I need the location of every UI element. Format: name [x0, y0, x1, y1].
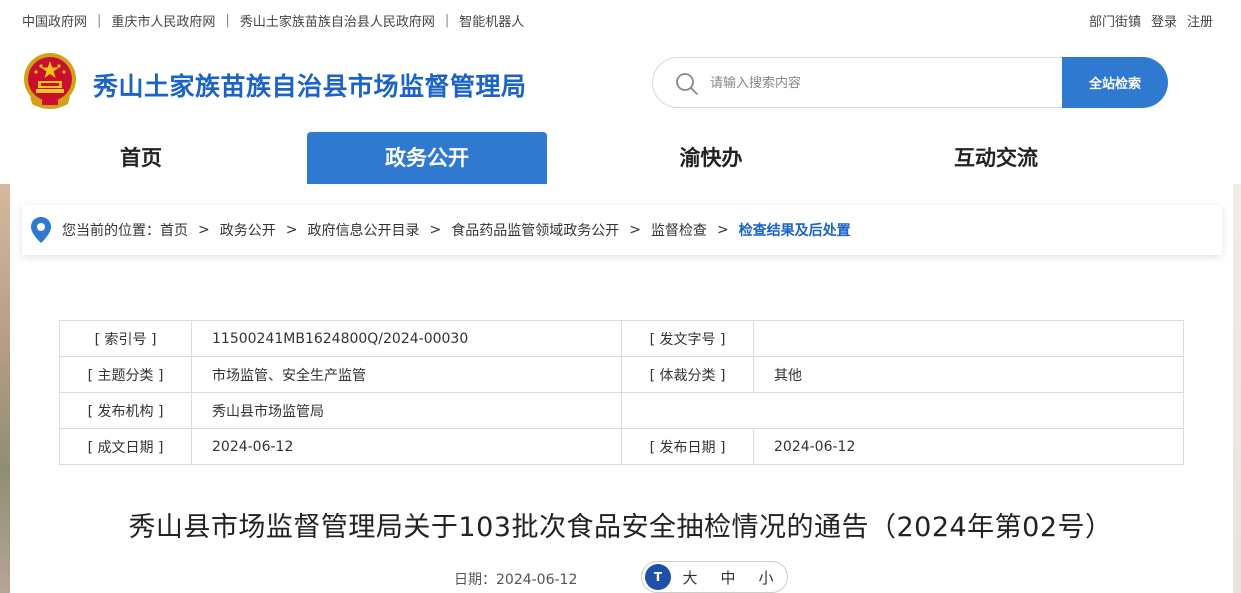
link-chongqing-gov[interactable]: 重庆市人民政府网 [111, 11, 215, 30]
font-size-control: T 大 中 小 [641, 561, 788, 593]
table-row: [ 索引号 ] 11500241MB1624800Q/2024-00030 [ … [59, 320, 1184, 357]
link-china-gov[interactable]: 中国政府网 [22, 11, 87, 30]
breadcrumb-separator: > [429, 222, 442, 238]
site-title[interactable]: 秀山土家族苗族自治县市场监督管理局 [93, 67, 527, 103]
link-smart-robot[interactable]: 智能机器人 [459, 11, 524, 30]
breadcrumb-separator: > [629, 222, 641, 238]
table-row: [ 发布机构 ] 秀山县市场监管局 [59, 392, 1184, 429]
link-departments[interactable]: 部门街镇 [1089, 11, 1141, 30]
search-input[interactable] [710, 73, 1050, 93]
top-bar: 中国政府网 | 重庆市人民政府网 | 秀山土家族苗族自治县人民政府网 | 智能机… [0, 0, 1241, 38]
breadcrumb-gov-affairs[interactable]: 政务公开 [220, 220, 276, 240]
location-pin-icon [31, 217, 51, 243]
nav-interaction[interactable]: 互动交流 [876, 132, 1116, 184]
breadcrumb: 您当前的位置： 首页 > 政务公开 > 政府信息公开目录 > 食品药品监管领域政… [22, 205, 1222, 255]
doc-number-label: [ 发文字号 ] [621, 320, 754, 357]
org-value: 秀山县市场监管局 [191, 392, 622, 429]
breadcrumb-separator: > [285, 222, 298, 238]
register-link[interactable]: 注册 [1187, 11, 1213, 30]
org-label: [ 发布机构 ] [59, 392, 192, 429]
document-info-table: [ 索引号 ] 11500241MB1624800Q/2024-00030 [ … [59, 320, 1184, 465]
table-row: [ 成文日期 ] 2024-06-12 [ 发布日期 ] 2024-06-12 [59, 428, 1184, 465]
index-value: 11500241MB1624800Q/2024-00030 [191, 320, 622, 357]
breadcrumb-prefix: 您当前的位置： [62, 223, 160, 239]
genre-value: 其他 [753, 356, 1184, 393]
topic-value: 市场监管、安全生产监管 [191, 356, 622, 393]
breadcrumb-current[interactable]: 检查结果及后处置 [739, 220, 851, 240]
written-date-label: [ 成文日期 ] [59, 428, 192, 465]
breadcrumb-separator: > [716, 222, 729, 238]
link-separator: | [97, 13, 102, 28]
nav-yukuaiban[interactable]: 渝快办 [591, 132, 831, 184]
breadcrumb-info-catalog[interactable]: 政府信息公开目录 [307, 220, 419, 240]
written-date-value: 2024-06-12 [191, 428, 622, 465]
link-separator: | [225, 13, 230, 28]
link-xiushan-gov[interactable]: 秀山土家族苗族自治县人民政府网 [240, 11, 435, 30]
publish-date-value: 2024-06-12 [753, 428, 1184, 465]
table-row: [ 主题分类 ] 市场监管、安全生产监管 [ 体裁分类 ] 其他 [59, 356, 1184, 393]
main-nav: 首页 政务公开 渝快办 互动交流 [0, 132, 1241, 184]
article-date: 日期：2024-06-12 [454, 572, 578, 588]
gov-links: 中国政府网 | 重庆市人民政府网 | 秀山土家族苗族自治县人民政府网 | 智能机… [22, 11, 524, 30]
font-large-button[interactable]: 大 [671, 567, 709, 588]
search-bar: 全站检索 [652, 57, 1168, 108]
breadcrumb-home[interactable]: 首页 [160, 220, 188, 240]
breadcrumb-inspection[interactable]: 监督检查 [651, 220, 707, 240]
index-label: [ 索引号 ] [59, 320, 192, 357]
font-medium-button[interactable]: 中 [709, 567, 747, 588]
search-icon [676, 73, 698, 95]
article-title: 秀山县市场监督管理局关于103批次食品安全抽检情况的通告（2024年第02号） [128, 512, 1113, 543]
publish-date-label: [ 发布日期 ] [621, 428, 754, 465]
text-size-icon: T [645, 564, 671, 590]
user-links: 部门街镇 登录 注册 [1089, 11, 1213, 30]
site-search-button[interactable]: 全站检索 [1062, 57, 1168, 108]
genre-label: [ 体裁分类 ] [621, 356, 754, 393]
login-link[interactable]: 登录 [1151, 11, 1177, 30]
doc-number-value [753, 320, 1184, 357]
empty-cell [621, 392, 1184, 429]
topic-label: [ 主题分类 ] [59, 356, 192, 393]
breadcrumb-food-drug[interactable]: 食品药品监管领域政务公开 [451, 220, 619, 240]
nav-home[interactable]: 首页 [21, 132, 261, 184]
font-small-button[interactable]: 小 [747, 567, 785, 588]
search-box [652, 57, 1072, 108]
national-emblem-icon[interactable] [22, 52, 78, 110]
breadcrumb-separator: > [198, 222, 210, 238]
link-separator: | [444, 13, 450, 28]
nav-gov-affairs[interactable]: 政务公开 [307, 132, 547, 184]
